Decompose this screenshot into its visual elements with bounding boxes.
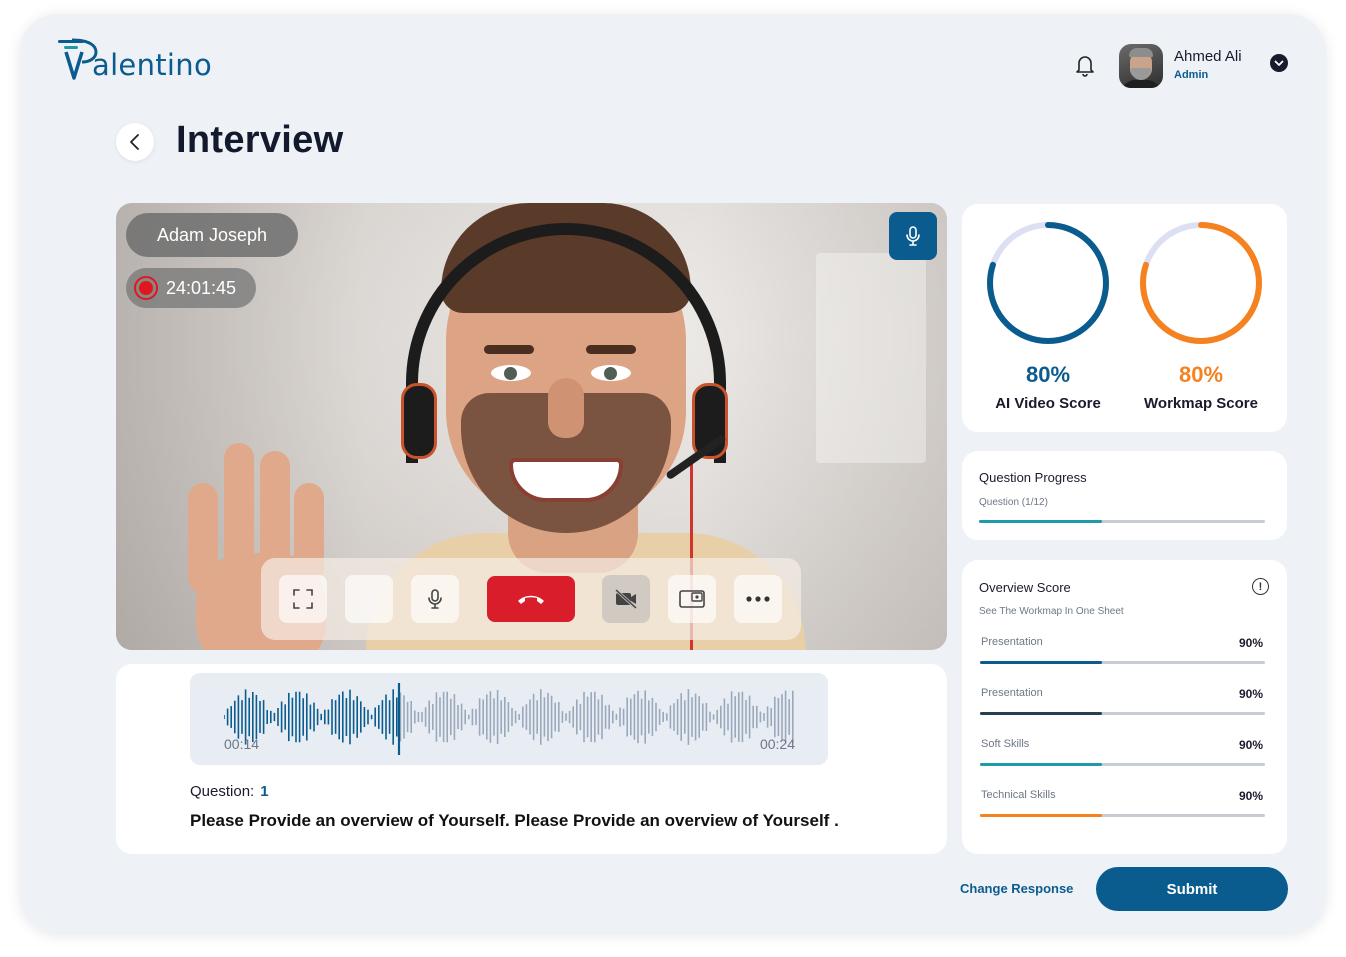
call-controls-bar bbox=[261, 558, 801, 640]
video-off-icon bbox=[614, 588, 638, 610]
metric-label: Presentation bbox=[981, 687, 1043, 699]
score-card: 80% 80% AI Video Score Workmap Score bbox=[962, 204, 1287, 432]
question-number: 1 bbox=[260, 783, 269, 800]
workmap-score-value: 80% bbox=[1178, 362, 1224, 387]
more-options-button[interactable] bbox=[734, 575, 782, 623]
metric-bar bbox=[980, 712, 1265, 715]
bell-icon[interactable] bbox=[1072, 52, 1098, 78]
end-call-button[interactable] bbox=[487, 576, 575, 622]
recording-timer: 24:01:45 bbox=[126, 268, 256, 308]
audio-end-time: 00:24 bbox=[759, 736, 795, 752]
metric-bar-fill bbox=[980, 814, 1103, 817]
metric-label: Soft Skills bbox=[981, 738, 1030, 750]
back-button[interactable] bbox=[116, 123, 154, 161]
question-progress-title: Question Progress bbox=[979, 470, 1087, 485]
chevron-left-icon bbox=[130, 134, 139, 150]
microphone-icon bbox=[428, 589, 442, 609]
audio-waveform[interactable] bbox=[224, 683, 794, 755]
ai-video-score-value: 80% bbox=[1025, 362, 1071, 387]
video-toggle-button[interactable] bbox=[602, 575, 650, 623]
fullscreen-icon bbox=[293, 589, 313, 609]
overview-title: Overview Score bbox=[979, 580, 1071, 595]
metric-bar-fill bbox=[980, 661, 1103, 664]
audio-question-card: 00:14 00:24 Question: 1 Please Provide an… bbox=[116, 664, 947, 854]
microphone-toggle-button[interactable] bbox=[889, 212, 937, 260]
metric-value: 90% bbox=[1238, 636, 1263, 650]
page-title: Interview bbox=[176, 119, 344, 161]
workmap-score-label: Workmap Score bbox=[1144, 395, 1258, 412]
user-role: Admin bbox=[1174, 69, 1209, 81]
metric-bar bbox=[980, 661, 1265, 664]
avatar[interactable] bbox=[1119, 44, 1163, 88]
overview-subtitle[interactable]: See The Workmap In One Sheet bbox=[979, 606, 1124, 617]
logo-text: alentino bbox=[92, 48, 212, 82]
metric-label: Presentation bbox=[981, 636, 1043, 648]
metric-bar bbox=[980, 814, 1265, 817]
question-progress-card: Question Progress Question (1/12) bbox=[962, 451, 1287, 540]
mute-button[interactable] bbox=[411, 575, 459, 623]
metric-label: Technical Skills bbox=[981, 789, 1056, 801]
workmap-score-ring bbox=[1140, 222, 1262, 344]
audio-start-time: 00:14 bbox=[224, 736, 260, 752]
logo-mark-icon bbox=[56, 38, 98, 82]
screen-share-button[interactable] bbox=[668, 575, 716, 623]
ai-video-score-ring bbox=[987, 222, 1109, 344]
video-feed: Adam Joseph 24:01:45 bbox=[116, 203, 947, 650]
overview-score-card: Overview Score See The Workmap In One Sh… bbox=[962, 560, 1287, 854]
question-label: Question: 1 bbox=[190, 783, 269, 800]
screen-share-icon bbox=[679, 590, 705, 608]
metric-value: 90% bbox=[1238, 789, 1263, 803]
question-progress-fill bbox=[979, 520, 1102, 523]
user-name: Ahmed Ali bbox=[1174, 48, 1242, 65]
record-icon bbox=[134, 276, 158, 300]
candidate-name-badge: Adam Joseph bbox=[126, 213, 298, 257]
ai-video-score-label: AI Video Score bbox=[995, 395, 1101, 412]
question-progress-subtitle: Question (1/12) bbox=[979, 497, 1048, 508]
metric-bar bbox=[980, 763, 1265, 766]
question-progress-bar bbox=[979, 520, 1265, 523]
question-text: Please Provide an overview of Yourself. … bbox=[190, 811, 839, 830]
submit-button[interactable]: Submit bbox=[1096, 867, 1288, 911]
microphone-icon bbox=[906, 226, 920, 246]
logo[interactable]: alentino bbox=[56, 38, 212, 82]
fullscreen-button[interactable] bbox=[279, 575, 327, 623]
more-options-icon bbox=[746, 596, 770, 602]
blank-control-button[interactable] bbox=[345, 575, 393, 623]
audio-waveform-player[interactable]: 00:14 00:24 bbox=[190, 673, 828, 765]
change-response-link[interactable]: Change Response bbox=[960, 881, 1073, 896]
metric-bar-fill bbox=[980, 712, 1103, 715]
metric-value: 90% bbox=[1238, 687, 1263, 701]
candidate-name: Adam Joseph bbox=[156, 224, 268, 245]
end-call-icon bbox=[518, 595, 544, 604]
recording-time: 24:01:45 bbox=[166, 277, 237, 298]
metric-value: 90% bbox=[1238, 738, 1263, 752]
info-icon[interactable]: ! bbox=[1252, 578, 1269, 595]
metric-bar-fill bbox=[980, 763, 1103, 766]
user-menu-chevron-icon[interactable] bbox=[1270, 54, 1288, 72]
